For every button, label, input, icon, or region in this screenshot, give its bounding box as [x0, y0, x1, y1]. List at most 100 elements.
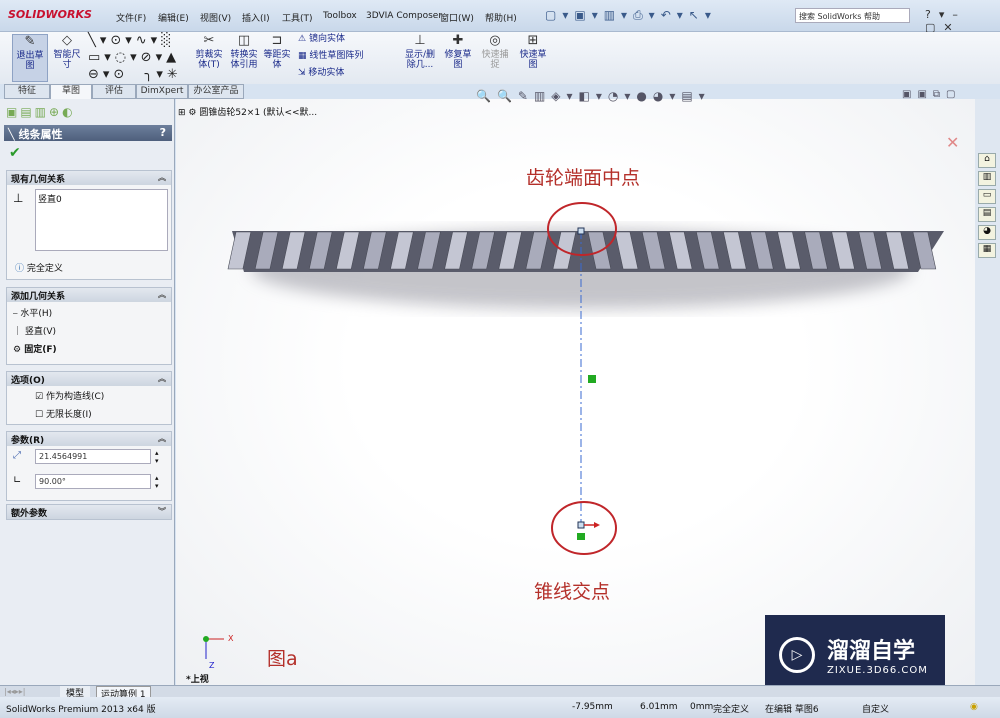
vertical-relation-marker — [588, 375, 596, 383]
quick-snaps-button[interactable]: ◎ 快速捕捉 — [480, 34, 510, 71]
show-delete-relations-button[interactable]: ⊥ 显示/删除几... — [402, 33, 438, 71]
linear-pattern-button[interactable]: ▦ 线性草图阵列 — [298, 51, 363, 61]
move-label: 移动实体 — [308, 68, 345, 78]
coord-z: 0mm — [690, 702, 714, 712]
show-delete-label: 显示/删除几... — [404, 50, 436, 70]
menu-help[interactable]: 帮助(H) — [485, 11, 517, 24]
sketch-entity-tools[interactable]: ╲▾⊙▾∿▾░ ▭▾◌▾⊘▾▲ ⊖▾⊙ ╮▾✳ — [88, 32, 188, 83]
panel-header: ╲ 线条属性? — [4, 125, 172, 141]
triad — [203, 636, 224, 659]
smart-dimension-button[interactable]: ◇ 智能尺寸 — [50, 34, 84, 71]
taskpane-palette[interactable]: ▤ — [978, 207, 996, 222]
construction-checkbox[interactable]: ☑ 作为构造线(C) — [35, 389, 104, 402]
fix-relation-button[interactable]: ⚙ 固定(F) — [13, 342, 57, 355]
status-bar: SolidWorks Premium 2013 x64 版 -7.95mm 6.… — [0, 697, 1000, 718]
add-relations-section: 添加几何关系 ︽ ⎯ 水平(H) ｜ 竖直(V) ⚙ 固定(F) — [6, 287, 172, 365]
manager-tab-icons[interactable]: ▣▤▥⊕◐ — [6, 105, 76, 119]
extra-parameters-section: 额外参数 ︾ — [6, 504, 172, 520]
section-header[interactable]: 额外参数 ︾ — [7, 505, 171, 519]
horizontal-relation-button[interactable]: ⎯ 水平(H) — [13, 306, 52, 319]
taskpane-resources[interactable]: ⌂ — [978, 153, 996, 168]
options-section: 选项(O) ︽ ☑ 作为构造线(C) ☐ 无限长度(I) — [6, 371, 172, 425]
tab-evaluate[interactable]: 评估 — [92, 84, 136, 99]
offset-label: 等距实体 — [263, 50, 291, 70]
menu-window[interactable]: 窗口(W) — [440, 11, 474, 24]
menu-file[interactable]: 文件(F) — [116, 11, 146, 24]
panel-title: 线条属性 — [18, 128, 63, 141]
watermark-url: ZIXUE.3D66.COM — [827, 665, 928, 676]
smart-dim-label: 智能尺寸 — [53, 50, 81, 70]
figure-label: 图a — [267, 648, 298, 670]
definition-status: ⓘ 完全定义 — [15, 264, 63, 274]
tab-features[interactable]: 特征 — [4, 84, 50, 99]
rapid-sketch-button[interactable]: ⊞ 快速草图 — [516, 34, 550, 71]
rapid-sketch-label: 快速草图 — [519, 50, 547, 70]
product-name: SolidWorks Premium 2013 x64 版 — [6, 705, 156, 715]
coord-x: -7.95mm — [572, 702, 613, 712]
mirror-button[interactable]: ⚠ 镜向实体 — [298, 34, 345, 44]
relations-icon: ⊥ — [414, 33, 426, 48]
infinite-length-checkbox[interactable]: ☐ 无限长度(I) — [35, 407, 92, 420]
menu-toolbox[interactable]: Toolbox — [323, 11, 357, 21]
repair-sketch-button[interactable]: ✚ 修复草图 — [442, 34, 474, 71]
exit-sketch-label: 退出草图 — [16, 51, 44, 71]
info-icon: ⓘ — [15, 264, 25, 274]
sketch-toolbar: ✎ 退出草图 ◇ 智能尺寸 ╲▾⊙▾∿▾░ ▭▾◌▾⊘▾▲ ⊖▾⊙ ╮▾✳ ✂ 剪裁实体(… — [0, 32, 1000, 84]
menu-edit[interactable]: 编辑(E) — [158, 11, 189, 24]
relation-item[interactable]: 竖直0 — [38, 192, 165, 205]
tab-scroll-arrows[interactable]: |◂◂▸▸| — [4, 687, 25, 696]
move-entities-button[interactable]: ⇲ 移动实体 — [298, 68, 344, 78]
tab-office[interactable]: 办公室产品 — [188, 84, 244, 99]
pattern-icon: ▦ — [298, 51, 310, 61]
section-header[interactable]: 添加几何关系 ︽ — [7, 288, 171, 302]
vertical-relation-button[interactable]: ｜ 竖直(V) — [13, 324, 56, 337]
menu-3dvia[interactable]: 3DVIA Composer — [366, 11, 442, 21]
section-header[interactable]: 现有几何关系 ︽ — [7, 171, 171, 185]
endpoint-bottom — [577, 521, 585, 529]
taskpane-appearance[interactable]: ◕ — [978, 225, 996, 240]
length-spinner[interactable]: ▴ ▾ — [155, 449, 159, 465]
relations-list[interactable]: 竖直0 — [35, 189, 168, 251]
offset-button[interactable]: ⊐ 等距实体 — [262, 33, 292, 71]
angle-spinner[interactable]: ▴ ▾ — [155, 474, 159, 490]
taskpane-library[interactable]: ▥ — [978, 171, 996, 186]
section-header[interactable]: 选项(O) ︽ — [7, 372, 171, 386]
repair-label: 修复草图 — [444, 50, 472, 70]
trim-button[interactable]: ✂ 剪裁实体(T) — [192, 34, 226, 71]
quick-access-icons[interactable]: ▢▾▣▾▥▾⎙▾↶▾↖▾ — [545, 8, 785, 24]
editing-status: 在编辑 草图6 — [765, 705, 819, 715]
exit-sketch-button[interactable]: ✎ 退出草图 — [12, 34, 48, 82]
convert-entities-button[interactable]: ◫ 转换实体引用 — [228, 34, 260, 71]
play-logo-icon: ▷ — [779, 637, 815, 673]
menu-insert[interactable]: 插入(I) — [242, 11, 270, 24]
menu-bar: SOLIDWORKS 文件(F) 编辑(E) 视图(V) 插入(I) 工具(T)… — [0, 0, 1000, 34]
watermark-name: 溜溜自学 — [827, 639, 916, 664]
menu-view[interactable]: 视图(V) — [200, 11, 231, 24]
tooltip-icon[interactable]: ◉ — [970, 702, 978, 712]
property-manager: ▣▤▥⊕◐ ╲ 线条属性? ✔ 现有几何关系 ︽ ⊥ 竖直0 ⓘ 完全定义 添加几… — [0, 99, 175, 685]
mirror-icon: ⚠ — [298, 34, 309, 44]
endpoint-top — [577, 227, 585, 235]
search-input[interactable]: 搜索 SolidWorks 帮助 — [795, 8, 910, 23]
menu-tools[interactable]: 工具(T) — [282, 11, 313, 24]
quick-snap-label: 快速捕捉 — [481, 50, 509, 70]
trim-label: 剪裁实体(T) — [195, 50, 223, 70]
tab-sketch[interactable]: 草图 — [50, 84, 92, 99]
window-controls[interactable]: ?▾–▢✕ — [925, 8, 1000, 34]
tab-dimxpert[interactable]: DimXpert — [136, 84, 188, 99]
section-header[interactable]: 参数(R) ︽ — [7, 432, 171, 446]
length-input[interactable]: 21.4564991 — [35, 449, 151, 464]
annotation-top: 齿轮端面中点 — [526, 167, 641, 189]
ok-check-button[interactable]: ✔ — [9, 145, 21, 161]
angle-input[interactable]: 90.00° — [35, 474, 151, 489]
units-selector[interactable]: 自定义 — [862, 702, 889, 715]
offset-icon: ⊐ — [271, 33, 283, 48]
taskpane-explorer[interactable]: ▭ — [978, 189, 996, 204]
annotation-bottom: 锥线交点 — [534, 581, 611, 603]
help-button[interactable]: ? — [160, 126, 166, 139]
angle-icon: ∟ — [13, 475, 22, 486]
taskpane-custom[interactable]: ▦ — [978, 243, 996, 258]
convert-label: 转换实体引用 — [230, 50, 258, 70]
graphics-area[interactable]: ⊞ ⚙ 圆锥齿轮52×1 (默认<<默... 🔍🔍✎▥◈▾◧▾◔▾●◕▾▤▾ ▣… — [176, 89, 975, 700]
axis-z-label: Z — [209, 661, 215, 670]
